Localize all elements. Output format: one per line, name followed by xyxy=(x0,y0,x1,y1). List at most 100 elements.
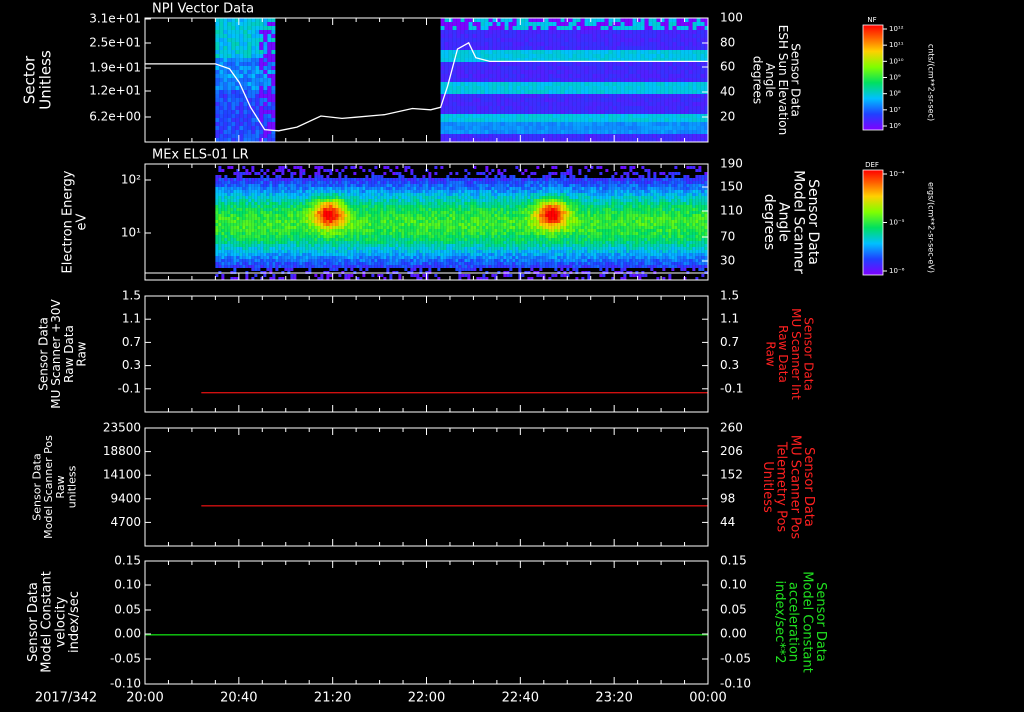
heat-cell xyxy=(251,138,256,142)
heat-cell xyxy=(419,241,423,244)
heat-cell xyxy=(488,70,493,74)
heat-cell xyxy=(524,122,529,126)
heat-cell xyxy=(656,62,661,66)
heat-cell xyxy=(235,50,240,54)
heat-cell xyxy=(524,102,529,106)
heat-cell xyxy=(652,38,657,42)
heat-cell xyxy=(532,30,537,34)
heat-cell xyxy=(480,134,485,138)
heat-cell xyxy=(656,34,661,38)
heat-cell xyxy=(374,199,378,202)
heat-cell xyxy=(500,62,505,66)
heat-cell xyxy=(640,82,645,86)
heat-cell xyxy=(620,38,625,42)
heat-cell xyxy=(484,118,489,122)
heat-cell xyxy=(233,205,237,208)
heat-cell xyxy=(556,126,561,130)
heat-cell xyxy=(395,244,399,247)
heat-cell xyxy=(548,42,553,46)
heat-cell xyxy=(680,138,685,142)
heat-cell xyxy=(380,175,384,178)
heat-cell xyxy=(488,122,493,126)
heat-cell xyxy=(281,166,285,169)
heat-cell xyxy=(299,232,303,235)
heat-cell xyxy=(504,66,509,70)
heat-cell xyxy=(380,226,384,229)
heat-cell xyxy=(266,262,270,265)
heat-cell xyxy=(380,217,384,220)
heat-cell xyxy=(560,122,565,126)
heat-cell xyxy=(480,106,485,110)
heat-cell xyxy=(431,241,435,244)
heat-cell xyxy=(528,86,533,90)
heat-cell xyxy=(235,94,240,98)
heat-cell xyxy=(350,199,354,202)
heat-cell xyxy=(227,256,231,259)
heat-cell xyxy=(326,205,330,208)
heat-cell xyxy=(287,181,291,184)
heat-cell xyxy=(332,205,336,208)
heat-cell xyxy=(239,78,244,82)
heat-cell xyxy=(596,86,601,90)
heat-cell xyxy=(676,130,681,134)
heat-cell xyxy=(344,217,348,220)
heat-cell xyxy=(263,50,268,54)
heat-cell xyxy=(227,193,231,196)
heat-cell xyxy=(520,70,525,74)
heat-cell xyxy=(272,232,276,235)
heat-cell xyxy=(218,265,222,268)
heat-cell xyxy=(700,22,705,26)
heat-cell xyxy=(468,22,473,26)
heat-cell xyxy=(516,30,521,34)
heat-cell xyxy=(684,94,689,98)
heat-cell xyxy=(548,86,553,90)
heat-cell xyxy=(392,229,396,232)
heat-cell xyxy=(263,110,268,114)
heat-cell xyxy=(692,102,697,106)
heat-cell xyxy=(233,253,237,256)
heat-cell xyxy=(389,250,393,253)
heat-cell xyxy=(452,106,457,110)
heat-cell xyxy=(380,229,384,232)
heat-cell xyxy=(377,178,381,181)
heat-cell xyxy=(680,94,685,98)
heat-cell xyxy=(323,244,327,247)
heat-cell xyxy=(389,265,393,268)
heat-cell xyxy=(524,22,529,26)
heat-cell xyxy=(636,30,641,34)
heat-cell xyxy=(308,253,312,256)
heat-cell xyxy=(329,247,333,250)
heat-cell xyxy=(608,30,613,34)
heat-cell xyxy=(548,82,553,86)
heat-cell xyxy=(392,208,396,211)
heat-cell xyxy=(377,208,381,211)
heat-cell xyxy=(311,208,315,211)
heat-cell xyxy=(215,114,220,118)
heat-cell xyxy=(468,94,473,98)
heat-cell xyxy=(266,196,270,199)
heat-cell xyxy=(504,134,509,138)
heat-cell xyxy=(302,238,306,241)
heat-cell xyxy=(608,26,613,30)
heat-cell xyxy=(398,274,402,277)
heat-cell xyxy=(245,247,249,250)
heat-cell xyxy=(592,30,597,34)
heat-cell xyxy=(320,265,324,268)
heat-cell xyxy=(640,138,645,142)
heat-cell xyxy=(584,34,589,38)
heat-cell xyxy=(263,241,267,244)
heat-cell xyxy=(407,214,411,217)
heat-cell xyxy=(365,214,369,217)
heat-cell xyxy=(596,114,601,118)
heat-cell xyxy=(648,106,653,110)
heat-cell xyxy=(230,214,234,217)
heat-cell xyxy=(215,102,220,106)
heat-cell xyxy=(536,130,541,134)
heat-cell xyxy=(648,114,653,118)
heat-cell xyxy=(251,134,256,138)
heat-cell xyxy=(284,238,288,241)
heat-cell xyxy=(696,94,701,98)
heat-cell xyxy=(652,70,657,74)
heat-cell xyxy=(320,232,324,235)
heat-cell xyxy=(648,22,653,26)
